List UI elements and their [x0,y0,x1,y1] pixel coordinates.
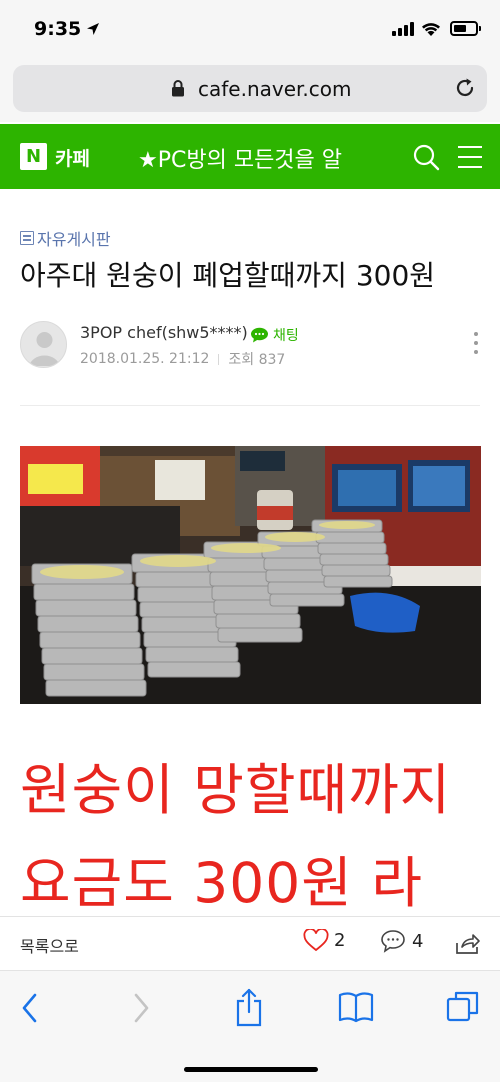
back-icon[interactable] [20,991,40,1025]
photo-illustration [20,446,481,704]
forward-icon[interactable] [131,991,151,1025]
battery-icon [450,21,478,36]
article-views: 조회 837 [228,352,286,368]
safari-share-icon[interactable] [234,987,264,1027]
cafe-header: N 카페 ★PC방의 모든것을 알 [0,124,500,189]
status-time: 9:35 [34,18,82,40]
chat-label[interactable]: 채팅 [273,325,299,345]
browser-chrome: cafe.naver.com [0,62,500,122]
page: 9:35 cafe.naver.com N 카페 ★PC방의 모든것을 알 자유… [0,0,500,1082]
board-icon [20,231,34,245]
menu-icon[interactable] [458,146,482,168]
share-icon[interactable] [455,932,481,956]
more-icon[interactable] [474,332,478,354]
cafe-label[interactable]: 카페 [55,144,90,171]
board-name[interactable]: 자유게시판 [37,226,111,250]
home-indicator[interactable] [184,1067,318,1072]
back-to-list-button[interactable]: 목록으로 [20,933,79,957]
like-count: 2 [334,930,346,951]
meta-separator [218,353,220,365]
wifi-icon [422,23,440,36]
body-text-line: 요금도 300원 라 [20,851,423,915]
search-icon[interactable] [412,143,440,171]
article-photo[interactable] [20,446,481,704]
url-text[interactable]: cafe.naver.com [198,77,352,101]
article-date: 2018.01.25. 21:12 [80,351,210,367]
location-arrow-icon [87,23,99,35]
bookmarks-icon[interactable] [338,991,374,1023]
lock-icon [172,80,184,97]
reload-icon[interactable] [454,77,476,99]
author-name[interactable]: 3POP chef(shw5****) [80,323,248,342]
article-title: 아주대 원숭이 폐업할때까지 300원 [20,259,436,292]
heart-icon [303,929,329,952]
comment-button[interactable]: 4 [380,929,423,953]
default-avatar-icon [29,332,60,366]
article-action-bar: 목록으로 2 4 [0,916,500,971]
naver-logo[interactable]: N [20,143,47,170]
divider [20,405,480,406]
cafe-title[interactable]: ★PC방의 모든것을 알 [138,142,388,174]
status-bar: 9:35 [0,0,500,62]
chat-button[interactable]: 채팅 [250,325,299,345]
like-button[interactable]: 2 [303,929,345,952]
board-link[interactable]: 자유게시판 [20,226,111,250]
address-bar[interactable]: cafe.naver.com [13,65,487,112]
comment-count: 4 [412,930,424,952]
avatar[interactable] [20,321,67,368]
comment-icon [381,930,405,953]
chat-icon [251,327,268,343]
article-meta: 2018.01.25. 21:12 조회 837 [80,349,285,369]
tabs-icon[interactable] [446,989,480,1023]
signal-icon [392,22,414,36]
browser-toolbar [0,971,500,1082]
body-text-line: 원숭이 망할때까지 [20,758,452,822]
